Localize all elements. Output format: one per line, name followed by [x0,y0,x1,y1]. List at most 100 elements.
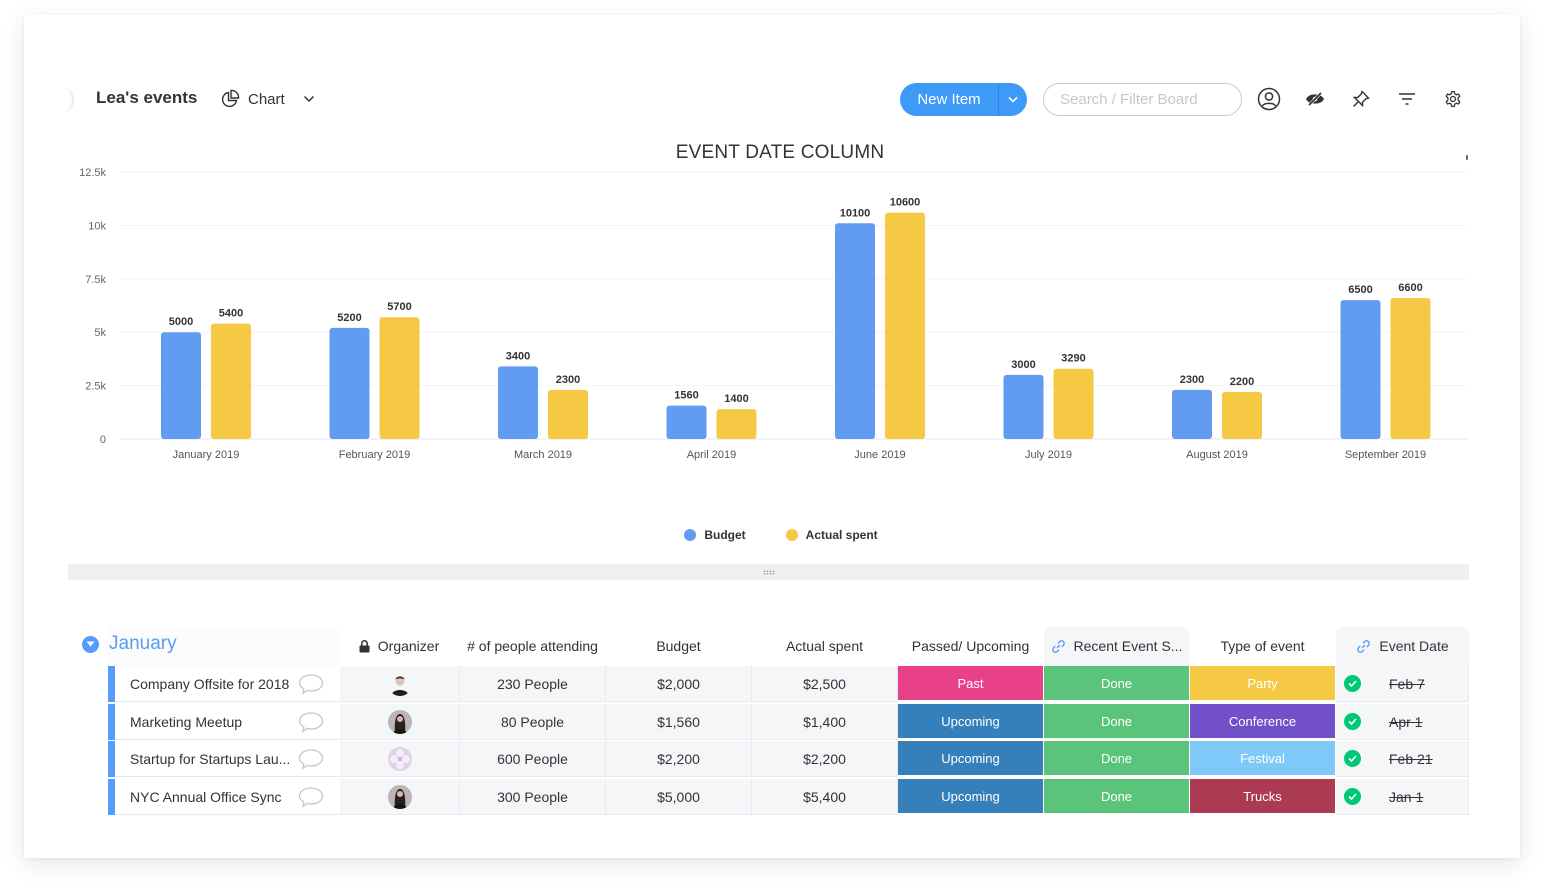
x-tick-label: January 2019 [173,449,240,461]
recent-event-status[interactable]: Done [1044,704,1190,740]
chart-resize-handle[interactable] [68,564,1469,580]
column-header-people[interactable]: # of people attending [460,626,605,666]
budget-value: $5,000 [657,788,700,805]
comment-bubble-icon[interactable] [298,711,324,733]
data-label: 3290 [1061,353,1085,365]
data-label: 5700 [387,301,411,313]
view-label: Chart [248,90,285,108]
column-header-actual-spent[interactable]: Actual spent [752,626,897,666]
filter-button[interactable] [1394,86,1420,112]
actual-spent-value: $2,200 [803,750,846,767]
actual-spent-cell[interactable]: $5,400 [752,779,898,815]
recent-event-status[interactable]: Done [1044,741,1190,777]
data-label: 5400 [219,308,243,320]
comment-bubble-icon[interactable] [298,673,324,695]
x-tick-label: August 2019 [1186,449,1248,461]
check-circle-icon [1344,675,1361,692]
budget-cell[interactable]: $2,000 [606,666,752,702]
passed-upcoming-status[interactable]: Past [898,666,1044,702]
check-circle-icon [1344,788,1361,805]
people-cell[interactable]: 80 People [460,704,606,740]
new-item-label: New Item [917,91,981,108]
group-title[interactable]: January [109,633,177,655]
column-header-type-of-event[interactable]: Type of event [1190,626,1335,666]
recent-event-status[interactable]: Done [1044,666,1190,702]
recent-event-status[interactable]: Done [1044,779,1190,815]
woman-avatar [387,709,412,734]
bar-budget [498,366,538,439]
hide-columns-button[interactable] [1302,86,1328,112]
new-item-button[interactable]: New Item [900,83,1027,116]
organizer-cell[interactable] [340,741,460,777]
budget-cell[interactable]: $2,200 [606,741,752,777]
comment-bubble-icon[interactable] [298,786,324,808]
type-of-event-label[interactable]: Festival [1190,741,1336,777]
data-label: 2300 [556,374,580,386]
people-cell[interactable]: 230 People [460,666,606,702]
column-header-organizer[interactable]: Organizer [340,626,458,666]
budget-cell[interactable]: $5,000 [606,779,752,815]
status-label: Party [1247,675,1278,691]
table-row: NYC Annual Office Sync 300 People $5,000… [108,779,1469,815]
item-name: Startup for Startups Lau... [130,750,291,767]
status-label: Done [1100,675,1133,691]
y-tick-label: 0 [100,434,106,446]
data-label: 3400 [506,350,530,362]
comment-bubble-icon[interactable] [298,748,324,770]
type-of-event-label[interactable]: Party [1190,666,1336,702]
organizer-cell[interactable] [340,779,460,815]
actual-spent-value: $1,400 [803,713,846,730]
people-cell[interactable]: 300 People [460,779,606,815]
column-header-recent-event-status[interactable]: Recent Event S... [1044,626,1189,666]
drag-grip-icon [762,569,775,575]
bar-budget [835,223,875,439]
event-date-cell[interactable]: Jan 1 [1336,779,1469,815]
x-tick-label: March 2019 [514,449,572,461]
budget-cell[interactable]: $1,560 [606,704,752,740]
legend-item-budget[interactable]: Budget [684,528,746,542]
passed-upcoming-status[interactable]: Upcoming [898,704,1044,740]
settings-button[interactable] [1440,86,1466,112]
event-date-cell[interactable]: Apr 1 [1336,704,1469,740]
legend-label-budget: Budget [704,528,746,542]
event-date-cell[interactable]: Feb 21 [1336,741,1469,777]
organizer-cell[interactable] [340,666,460,702]
pin-button[interactable] [1348,86,1374,112]
type-of-event-label[interactable]: Conference [1190,704,1336,740]
chart-legend: Budget Actual spent [0,528,1544,542]
table-row: Company Offsite for 2018 230 People $2,0… [108,666,1469,702]
view-switcher[interactable]: Chart [220,86,315,112]
status-label: Trucks [1243,788,1282,804]
event-date-cell[interactable]: Feb 7 [1336,666,1469,702]
search-input[interactable] [1043,83,1242,116]
column-header-label: Budget [656,638,701,654]
x-tick-label: September 2019 [1345,449,1426,461]
actual-spent-cell[interactable]: $2,500 [752,666,898,702]
organizer-cell[interactable] [340,704,460,740]
legend-item-actual[interactable]: Actual spent [785,528,878,542]
person-filter-button[interactable] [1256,86,1282,112]
actual-spent-cell[interactable]: $1,400 [752,704,898,740]
people-cell[interactable]: 600 People [460,741,606,777]
check-circle-icon [1344,750,1361,767]
group-color-stripe [108,704,115,740]
group-color-stripe [108,666,115,702]
event-date: Feb 7 [1389,675,1425,692]
check-circle-icon [1344,713,1361,730]
column-header-budget[interactable]: Budget [606,626,751,666]
group-collapse-button[interactable] [82,635,99,653]
bar-budget [1340,300,1381,439]
passed-upcoming-status[interactable]: Upcoming [898,779,1044,815]
link-icon [1051,639,1065,653]
status-label: Upcoming [941,788,1000,804]
x-tick-label: July 2019 [1025,449,1072,461]
type-of-event-label[interactable]: Trucks [1190,779,1336,815]
actual-spent-cell[interactable]: $2,200 [752,741,898,777]
item-name: Marketing Meetup [130,713,243,730]
column-header-label: Type of event [1220,638,1305,654]
passed-upcoming-status[interactable]: Upcoming [898,741,1044,777]
link-icon [1357,639,1371,653]
column-header-event-date[interactable]: Event Date [1336,626,1469,666]
column-header-passed-upcoming[interactable]: Passed/ Upcoming [898,626,1043,666]
status-label: Past [957,675,984,691]
